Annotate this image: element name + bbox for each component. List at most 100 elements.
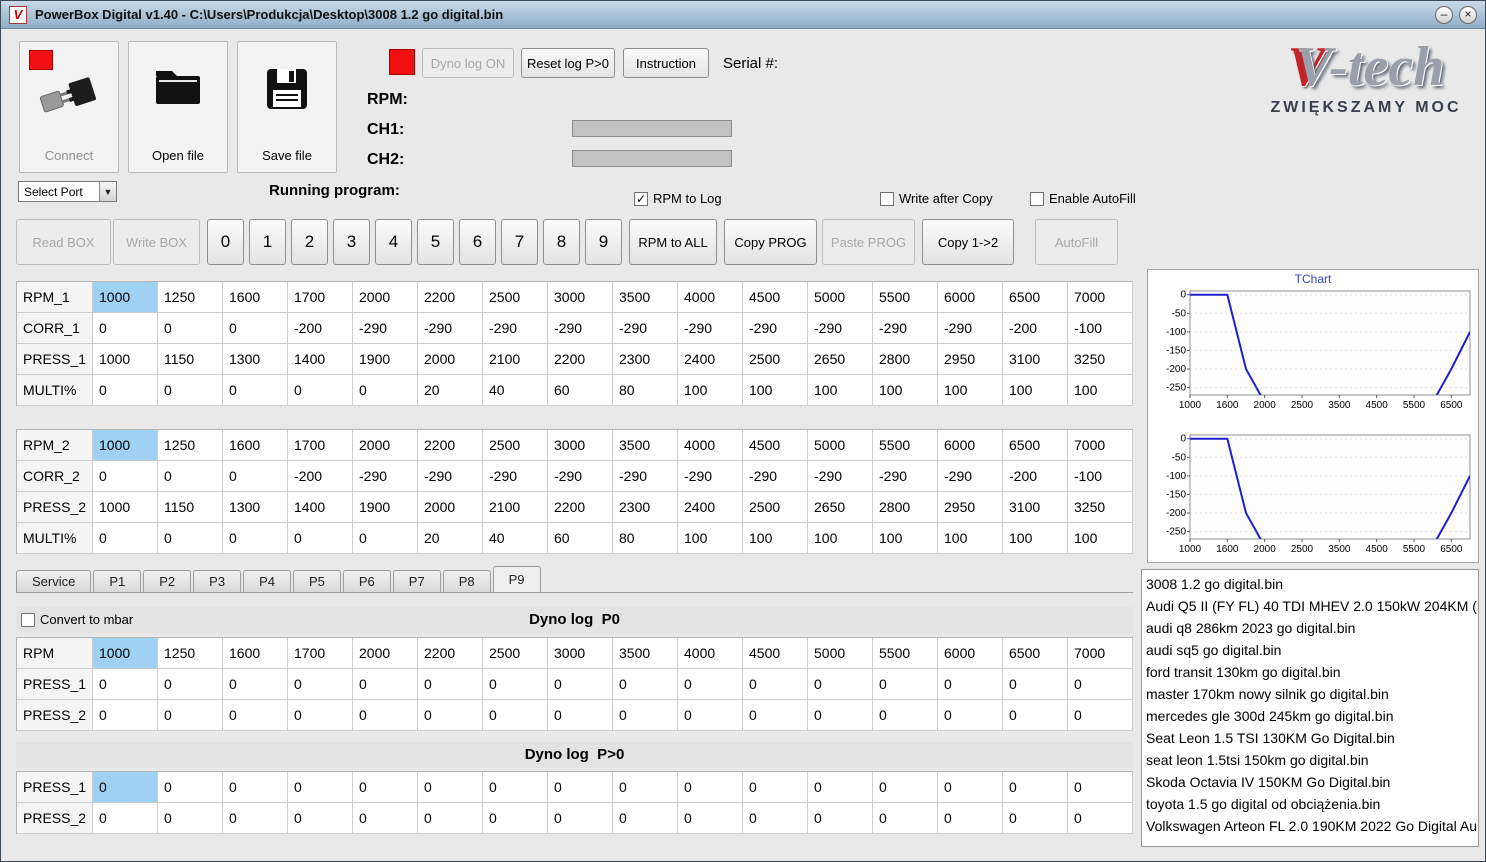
tab-p9[interactable]: P9 bbox=[492, 566, 541, 592]
rpm-to-log-checkbox[interactable]: ✓ RPM to Log bbox=[634, 191, 722, 206]
table-cell[interactable]: 1150 bbox=[158, 492, 223, 523]
table-cell[interactable]: 1900 bbox=[353, 344, 418, 375]
table-cell[interactable]: 0 bbox=[483, 700, 548, 731]
file-list-item[interactable]: 3008 1.2 go digital.bin bbox=[1142, 573, 1478, 595]
table-cell[interactable]: 0 bbox=[743, 803, 808, 834]
table-cell[interactable]: 100 bbox=[873, 375, 938, 406]
table-cell[interactable]: 6000 bbox=[938, 638, 1003, 669]
enable-autofill-checkbox[interactable]: Enable AutoFill bbox=[1030, 191, 1136, 206]
table-cell[interactable]: 2300 bbox=[613, 492, 678, 523]
table-cell[interactable]: 0 bbox=[1003, 669, 1068, 700]
table-cell[interactable]: 2100 bbox=[483, 344, 548, 375]
table-cell[interactable]: 2400 bbox=[678, 344, 743, 375]
table-cell[interactable]: 0 bbox=[288, 700, 353, 731]
table-cell[interactable]: 0 bbox=[1068, 700, 1133, 731]
table-cell[interactable]: 0 bbox=[678, 669, 743, 700]
table-cell[interactable]: -290 bbox=[418, 313, 483, 344]
table-cell[interactable]: -290 bbox=[353, 461, 418, 492]
table-cell[interactable]: 0 bbox=[353, 803, 418, 834]
table-cell[interactable]: 0 bbox=[353, 375, 418, 406]
file-list-item[interactable]: Volkswagen Arteon FL 2.0 190KM 2022 Go D… bbox=[1142, 815, 1478, 837]
table-cell[interactable]: 100 bbox=[743, 375, 808, 406]
table-cell[interactable]: 3250 bbox=[1068, 492, 1133, 523]
table-cell[interactable]: 2300 bbox=[613, 344, 678, 375]
table-cell[interactable]: 0 bbox=[353, 700, 418, 731]
table-cell[interactable]: -290 bbox=[678, 313, 743, 344]
table-cell[interactable]: 100 bbox=[938, 523, 1003, 554]
table-cell[interactable]: 0 bbox=[158, 313, 223, 344]
table-cell[interactable]: 40 bbox=[483, 375, 548, 406]
table-cell[interactable]: 4500 bbox=[743, 282, 808, 313]
table-cell[interactable]: -290 bbox=[873, 461, 938, 492]
table-cell[interactable]: 3500 bbox=[613, 282, 678, 313]
table-cell[interactable]: 0 bbox=[288, 772, 353, 803]
instruction-button[interactable]: Instruction bbox=[623, 48, 709, 78]
copy-1-to-2-button[interactable]: Copy 1->2 bbox=[922, 219, 1014, 265]
tab-p7[interactable]: P7 bbox=[392, 570, 441, 592]
file-list-item[interactable]: Skoda Octavia IV 150KM Go Digital.bin bbox=[1142, 771, 1478, 793]
tab-p2[interactable]: P2 bbox=[143, 570, 192, 592]
table-cell[interactable]: 1300 bbox=[223, 492, 288, 523]
table-cell[interactable]: 0 bbox=[938, 669, 1003, 700]
table-cell[interactable]: 3100 bbox=[1003, 492, 1068, 523]
table-cell[interactable]: 1300 bbox=[223, 344, 288, 375]
table-cell[interactable]: 2000 bbox=[418, 492, 483, 523]
table-cell[interactable]: 0 bbox=[873, 669, 938, 700]
program-button-3[interactable]: 3 bbox=[333, 219, 370, 265]
table-cell[interactable]: 0 bbox=[678, 772, 743, 803]
table-cell[interactable]: -100 bbox=[1068, 461, 1133, 492]
table-cell[interactable]: 2500 bbox=[483, 638, 548, 669]
table-cell[interactable]: 0 bbox=[353, 772, 418, 803]
table-cell[interactable]: 0 bbox=[938, 803, 1003, 834]
table-cell[interactable]: 0 bbox=[613, 669, 678, 700]
table-cell[interactable]: 0 bbox=[93, 375, 158, 406]
connect-button[interactable]: Connect bbox=[19, 41, 119, 173]
tab-p4[interactable]: P4 bbox=[243, 570, 291, 592]
table-cell[interactable]: -290 bbox=[483, 461, 548, 492]
table-cell[interactable]: -290 bbox=[613, 313, 678, 344]
table-cell[interactable]: 5500 bbox=[873, 430, 938, 461]
tab-p1[interactable]: P1 bbox=[93, 570, 142, 592]
table-cell[interactable]: 0 bbox=[223, 700, 288, 731]
table-cell[interactable]: 5500 bbox=[873, 282, 938, 313]
file-list-item[interactable]: audi sq5 go digital.bin bbox=[1142, 639, 1478, 661]
table-cell[interactable]: 4000 bbox=[678, 638, 743, 669]
table-cell[interactable]: 0 bbox=[548, 700, 613, 731]
table-cell[interactable]: 0 bbox=[93, 669, 158, 700]
table-cell[interactable]: 1700 bbox=[288, 430, 353, 461]
table-cell[interactable]: 0 bbox=[418, 669, 483, 700]
table-cell[interactable]: 20 bbox=[418, 523, 483, 554]
table-cell[interactable]: -290 bbox=[548, 313, 613, 344]
table-cell[interactable]: 0 bbox=[93, 803, 158, 834]
table-cell[interactable]: -290 bbox=[743, 313, 808, 344]
table-cell[interactable]: 2200 bbox=[548, 344, 613, 375]
table-cell[interactable]: 1000 bbox=[93, 344, 158, 375]
table-cell[interactable]: 100 bbox=[808, 375, 873, 406]
paste-prog-button[interactable]: Paste PROG bbox=[822, 219, 915, 265]
table-cell[interactable]: 0 bbox=[483, 803, 548, 834]
table-cell[interactable]: 0 bbox=[223, 772, 288, 803]
table-cell[interactable]: 100 bbox=[938, 375, 1003, 406]
table-cell[interactable]: 3250 bbox=[1068, 344, 1133, 375]
table-cell[interactable]: -290 bbox=[548, 461, 613, 492]
table-cell[interactable]: 0 bbox=[158, 772, 223, 803]
autofill-button[interactable]: AutoFill bbox=[1035, 219, 1118, 265]
table-cell[interactable]: 4000 bbox=[678, 282, 743, 313]
table-cell[interactable]: 0 bbox=[158, 461, 223, 492]
table-cell[interactable]: 0 bbox=[483, 772, 548, 803]
read-box-button[interactable]: Read BOX bbox=[16, 219, 111, 265]
file-list-item[interactable]: ford transit 130km go digital.bin bbox=[1142, 661, 1478, 683]
table-cell[interactable]: 5000 bbox=[808, 282, 873, 313]
table-cell[interactable]: -290 bbox=[483, 313, 548, 344]
tab-p3[interactable]: P3 bbox=[193, 570, 242, 592]
table-cell[interactable]: 0 bbox=[223, 803, 288, 834]
table-cell[interactable]: 0 bbox=[93, 523, 158, 554]
table-cell[interactable]: 2800 bbox=[873, 344, 938, 375]
tab-p5[interactable]: P5 bbox=[292, 570, 341, 592]
table-cell[interactable]: 0 bbox=[1068, 772, 1133, 803]
write-after-copy-checkbox[interactable]: Write after Copy bbox=[880, 191, 993, 206]
table-cell[interactable]: 0 bbox=[938, 772, 1003, 803]
open-file-button[interactable]: Open file bbox=[128, 41, 228, 173]
table-cell[interactable]: 2100 bbox=[483, 492, 548, 523]
table-cell[interactable]: -290 bbox=[938, 313, 1003, 344]
